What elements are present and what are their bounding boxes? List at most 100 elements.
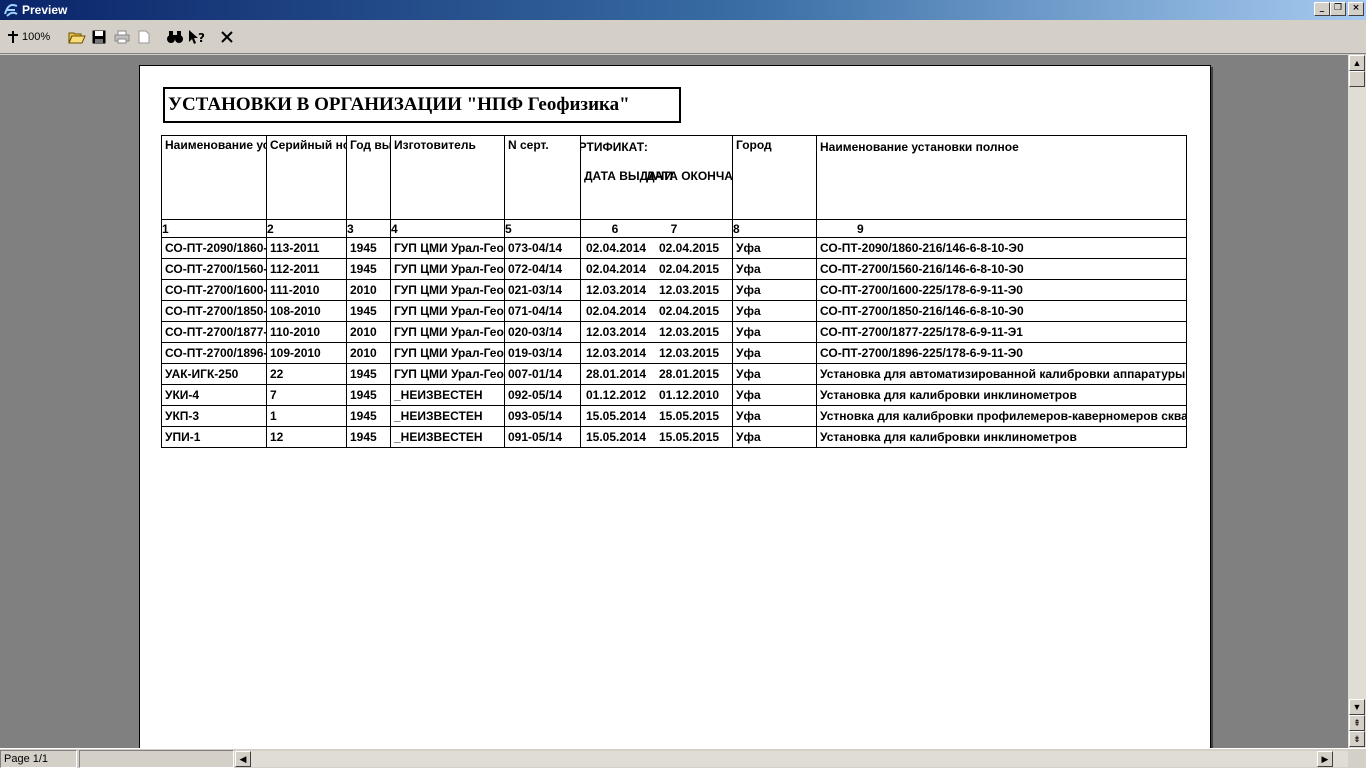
header-expire-date: ДАТА ОКОНЧАНИЯ xyxy=(646,169,733,183)
zoom-icon xyxy=(6,30,20,44)
cell-serial: 108-2010 xyxy=(266,300,347,322)
cell-maker: ГУП ЦМИ Урал-Геофизика xyxy=(390,237,505,259)
cell-city: Уфа xyxy=(732,405,817,427)
cell-name-full: СО-ПТ-2700/1896-225/178-6-9-11-Э0 xyxy=(816,342,1187,364)
cell-dates: 12.03.2014 12.03.2015 xyxy=(580,279,733,301)
header-year: Год вып. xyxy=(346,135,391,220)
cell-name-short: СО-ПТ-2090/1860-216/146-6-8-10-Э0 xyxy=(161,237,267,259)
cell-year: 1945 xyxy=(346,384,391,406)
cell-city: Уфа xyxy=(732,237,817,259)
cell-expire-date: 02.04.2015 xyxy=(659,241,720,255)
horizontal-scrollbar[interactable]: ◀ ▶ xyxy=(235,751,1348,767)
cell-name-full: СО-ПТ-2700/1877-225/178-6-9-11-Э1 xyxy=(816,321,1187,343)
cell-maker: ГУП ЦМИ Урал-Геофизика xyxy=(390,279,505,301)
column-number: 6 xyxy=(611,221,619,236)
cell-cert-no: 021-03/14 xyxy=(504,279,581,301)
cell-expire-date: 15.05.2015 xyxy=(659,430,720,444)
cell-name-full: СО-ПТ-2700/1850-216/146-6-8-10-Э0 xyxy=(816,300,1187,322)
save-button[interactable] xyxy=(88,26,110,48)
cell-dates: 28.01.2014 28.01.2015 xyxy=(580,363,733,385)
zoom-button[interactable]: 100% xyxy=(6,26,56,48)
scroll-down-button[interactable]: ▼ xyxy=(1349,699,1365,715)
cell-expire-date: 12.03.2015 xyxy=(659,325,720,339)
cell-issue-date: 15.05.2014 xyxy=(586,430,647,444)
cell-maker: ГУП ЦМИ Урал-Геофизика xyxy=(390,258,505,280)
scroll-up-button[interactable]: ▲ xyxy=(1349,55,1365,71)
print-button[interactable] xyxy=(110,26,134,48)
cell-cert-no: 073-04/14 xyxy=(504,237,581,259)
cell-name-short: УПИ-1 xyxy=(161,426,267,448)
cell-maker: ГУП ЦМИ Урал-Геофизика xyxy=(390,342,505,364)
cell-issue-date: 01.12.2012 xyxy=(586,388,647,402)
cell-maker: ГУП ЦМИ Урал-Геофизика xyxy=(390,321,505,343)
cell-dates: 12.03.2014 12.03.2015 xyxy=(580,321,733,343)
header-name-short: Наименование установки сокращённое xyxy=(161,135,267,220)
cell-maker: _НЕИЗВЕСТЕН xyxy=(390,405,505,427)
toolbar: 100% ? xyxy=(0,20,1366,54)
cell-name-full: Установка для автоматизированной калибро… xyxy=(816,363,1187,385)
folder-open-icon xyxy=(68,29,86,45)
cell-cert-no: 020-03/14 xyxy=(504,321,581,343)
cell-cert-no: 071-04/14 xyxy=(504,300,581,322)
cell-name-short: УКИ-4 xyxy=(161,384,267,406)
cell-name-short: СО-ПТ-2700/1600-225/178-6-9-11-Э0 xyxy=(161,279,267,301)
column-number: 7 xyxy=(670,221,678,236)
cell-dates: 02.04.2014 02.04.2015 xyxy=(580,258,733,280)
scroll-right-button[interactable]: ▶ xyxy=(1317,751,1333,767)
prev-page-button[interactable]: ⇞ xyxy=(1349,715,1365,731)
vertical-scrollbar[interactable]: ▲ ▼ ⇞ ⇟ xyxy=(1348,55,1366,748)
context-help-button[interactable]: ? xyxy=(186,26,208,48)
header-row: Наименование установки сокращённое Серий… xyxy=(161,135,1187,220)
cell-maker: _НЕИЗВЕСТЕН xyxy=(390,426,505,448)
page-setup-button[interactable] xyxy=(134,26,154,48)
header-maker: Изготовитель xyxy=(390,135,505,220)
column-number: 1 xyxy=(161,219,267,238)
scroll-left-button[interactable]: ◀ xyxy=(235,751,251,767)
cell-issue-date: 02.04.2014 xyxy=(586,304,647,318)
cell-cert-no: 007-01/14 xyxy=(504,363,581,385)
cell-dates: 15.05.2014 15.05.2015 xyxy=(580,405,733,427)
close-button[interactable]: × xyxy=(1348,2,1364,16)
scroll-thumb[interactable] xyxy=(1349,71,1365,87)
find-button[interactable] xyxy=(164,26,186,48)
header-cert-title: СЕРТИФИКАТ: xyxy=(580,140,648,154)
cell-serial: 112-2011 xyxy=(266,258,347,280)
cell-issue-date: 12.03.2014 xyxy=(586,346,647,360)
preview-area: УСТАНОВКИ В ОРГАНИЗАЦИИ "НПФ Геофизика" … xyxy=(0,55,1348,748)
column-number: 5 xyxy=(504,219,581,238)
cell-maker: ГУП ЦМИ Урал-Геофизика xyxy=(390,300,505,322)
cell-issue-date: 02.04.2014 xyxy=(586,241,647,255)
cell-expire-date: 15.05.2015 xyxy=(659,409,720,423)
cell-city: Уфа xyxy=(732,342,817,364)
open-button[interactable] xyxy=(66,26,88,48)
table-row: СО-ПТ-2700/1877-225/178-6-9-11-Э1110-201… xyxy=(161,321,1187,343)
column-number-row: 1 2 3 4 5 6 7 8 9 xyxy=(161,219,1187,238)
close-icon xyxy=(220,30,234,44)
header-serial: Серийный номер xyxy=(266,135,347,220)
table-row: УКП-3 1 1945 _НЕИЗВЕСТЕН 093-05/14 15.05.2014… xyxy=(161,405,1187,427)
window-title: Preview xyxy=(22,3,68,17)
table-row: СО-ПТ-2700/1600-225/178-6-9-11-Э0111-201… xyxy=(161,279,1187,301)
close-preview-button[interactable] xyxy=(216,26,238,48)
restore-button[interactable]: ❐ xyxy=(1330,2,1346,16)
cell-issue-date: 28.01.2014 xyxy=(586,367,647,381)
cell-name-short: СО-ПТ-2700/1850-216/146-6-8-10-Э0 xyxy=(161,300,267,322)
app-icon xyxy=(3,2,19,18)
header-name-full: Наименование установки полное xyxy=(816,135,1187,220)
table-row: УКИ-4 7 1945 _НЕИЗВЕСТЕН 092-05/14 01.12.2012… xyxy=(161,384,1187,406)
cell-name-short: УАК-ИГК-250 xyxy=(161,363,267,385)
minimize-button[interactable]: _ xyxy=(1314,2,1330,16)
svg-text:?: ? xyxy=(198,31,205,45)
next-page-button[interactable]: ⇟ xyxy=(1349,731,1365,747)
blank-page-icon xyxy=(138,30,150,44)
cell-year: 1945 xyxy=(346,237,391,259)
table-row: СО-ПТ-2700/1896-225/178-6-9-11-Э0109-201… xyxy=(161,342,1187,364)
cell-cert-no: 093-05/14 xyxy=(504,405,581,427)
column-number: 9 xyxy=(816,219,1187,238)
cell-city: Уфа xyxy=(732,321,817,343)
cell-year: 1945 xyxy=(346,300,391,322)
table-row: СО-ПТ-2700/1850-216/146-6-8-10-Э0108-201… xyxy=(161,300,1187,322)
cell-year: 2010 xyxy=(346,279,391,301)
cell-city: Уфа xyxy=(732,384,817,406)
cell-name-full: Установка для калибровки инклинометров xyxy=(816,384,1187,406)
